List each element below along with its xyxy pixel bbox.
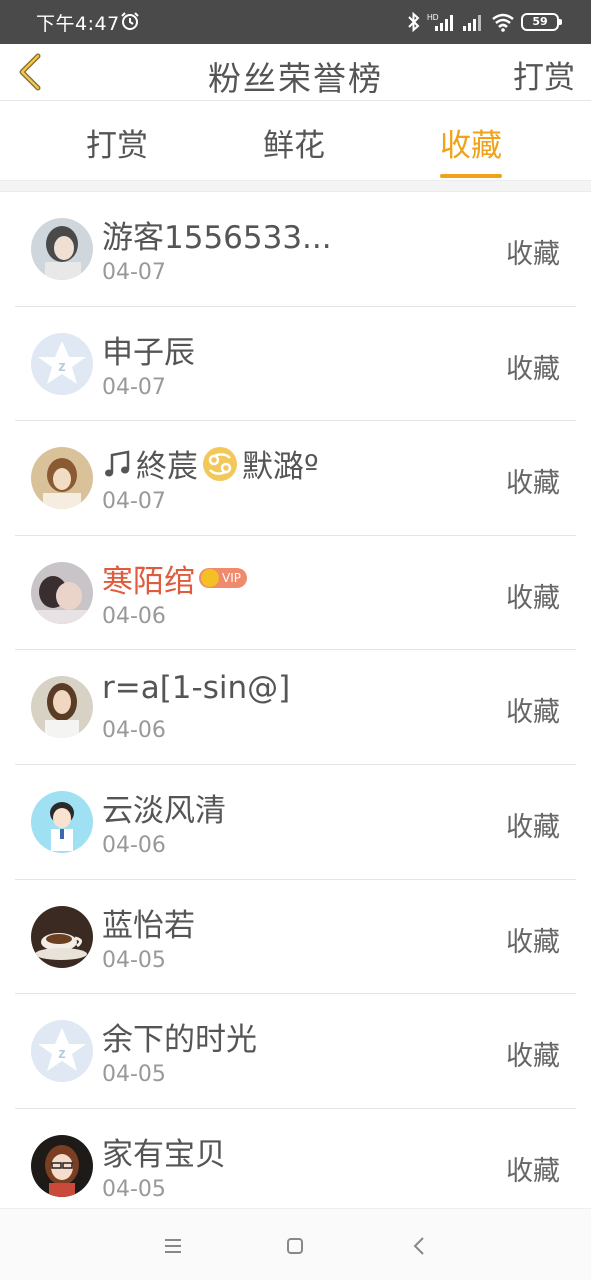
default-qq-avatar-icon: z [31, 1020, 93, 1083]
item-action-label: 收藏 [506, 353, 560, 385]
user-name: 云淡风清 [102, 785, 226, 830]
vip-badge-label: VIP [222, 571, 241, 586]
avatar [31, 790, 93, 853]
user-name-text: 游客1556533... [102, 220, 332, 256]
alarm-icon [121, 12, 139, 30]
user-name-suffix: 默潞º [242, 449, 319, 486]
list-item[interactable]: 蓝怡若 04-05 收藏 [0, 880, 591, 995]
item-action-label: 收藏 [506, 811, 560, 843]
user-name-text: 終莀 [136, 449, 198, 486]
reward-button[interactable]: 打赏 [513, 52, 575, 97]
battery-icon: 59 [521, 13, 562, 31]
avatar [31, 1134, 93, 1197]
user-name-text: 家有宝贝 [102, 1136, 226, 1173]
tab-label: 鲜花 [263, 128, 325, 164]
user-name-text: 云淡风清 [102, 792, 226, 829]
tab-reward[interactable]: 打赏 [86, 120, 148, 176]
user-name: 申子辰 [102, 327, 195, 372]
cancer-zodiac-icon [203, 446, 237, 481]
avatar [31, 905, 93, 968]
avatar [31, 218, 93, 280]
avatar [31, 447, 93, 510]
list-item[interactable]: 寒陌绾 VIP 04-06 收藏 [0, 536, 591, 651]
default-qq-avatar-icon: z [31, 332, 93, 395]
page-title: 粉丝荣誉榜 [208, 59, 383, 98]
item-date: 04-07 [102, 260, 166, 285]
item-action-label: 收藏 [506, 1155, 560, 1187]
avatar [31, 676, 93, 739]
tab-label: 收藏 [440, 128, 502, 164]
item-date: 04-05 [102, 1062, 166, 1088]
user-name: r=a[1-sin@] [102, 670, 290, 706]
item-action-label: 收藏 [506, 926, 560, 958]
list-item[interactable]: r=a[1-sin@] 04-06 收藏 [0, 650, 591, 765]
user-name: 余下的时光 [102, 1014, 257, 1059]
svg-text:HD: HD [427, 13, 439, 22]
back-triangle-icon[interactable] [404, 1231, 434, 1261]
item-action-label: 收藏 [506, 697, 560, 729]
crown-icon [201, 569, 219, 588]
tab-favorites[interactable]: 收藏 [440, 120, 502, 178]
user-name-text: 申子辰 [102, 334, 195, 371]
status-icons: HD 59 [407, 10, 562, 34]
list-item[interactable]: 游客1556533... 04-07 收藏 [0, 192, 591, 307]
list-item[interactable]: z 申子辰 04-07 收藏 [0, 307, 591, 422]
tab-flowers[interactable]: 鲜花 [263, 120, 325, 176]
list-item[interactable]: z 余下的时光 04-05 收藏 [0, 994, 591, 1109]
user-name-text: 余下的时光 [102, 1022, 257, 1059]
list-item[interactable]: 家有宝贝 04-05 收藏 [0, 1109, 591, 1224]
signal-icon [463, 15, 481, 31]
menu-icon[interactable] [158, 1231, 188, 1261]
avatar [31, 561, 93, 624]
item-date: 04-07 [102, 489, 166, 515]
item-action-label: 收藏 [506, 468, 560, 500]
item-action-label: 收藏 [506, 1041, 560, 1073]
system-nav-bar [0, 1208, 591, 1280]
user-name: 游客1556533... [102, 212, 332, 257]
status-bar: 下午4:47 HD 59 [0, 0, 591, 44]
user-name: 家有宝贝 [102, 1129, 226, 1174]
list-item[interactable]: 終莀 默潞º 04-07 收藏 [0, 421, 591, 536]
item-date: 04-05 [102, 947, 166, 973]
status-time: 下午4:47 [36, 13, 120, 35]
user-name-text: 蓝怡若 [102, 907, 195, 944]
wifi-icon [492, 13, 514, 32]
user-name: 蓝怡若 [102, 900, 195, 945]
active-tab-indicator [440, 174, 502, 178]
tab-bar: 打赏 鲜花 收藏 [0, 102, 591, 180]
fan-list: 游客1556533... 04-07 收藏 z 申子辰 04-07 收藏 終莀 … [0, 192, 591, 1223]
list-item[interactable]: 云淡风清 04-06 收藏 [0, 765, 591, 880]
item-action-label: 收藏 [506, 582, 560, 614]
item-date: 04-06 [102, 718, 166, 744]
item-action-label: 收藏 [506, 239, 560, 270]
tab-label: 打赏 [86, 128, 148, 164]
item-date: 04-06 [102, 603, 166, 629]
bluetooth-icon [408, 11, 420, 33]
vip-badge: VIP [199, 568, 247, 589]
user-name: 寒陌绾 VIP [102, 556, 247, 601]
user-name: 終莀 默潞º [102, 441, 319, 486]
music-note-icon [105, 450, 130, 477]
svg-text:z: z [58, 358, 66, 375]
svg-text:z: z [58, 1045, 66, 1062]
user-name-text: r=a[1-sin@] [102, 670, 291, 707]
home-square-icon[interactable] [280, 1231, 310, 1261]
item-date: 04-07 [102, 374, 166, 400]
section-divider [0, 180, 591, 192]
item-date: 04-05 [102, 1176, 166, 1202]
app-header: 粉丝荣誉榜 打赏 [0, 44, 591, 101]
item-date: 04-06 [102, 832, 166, 858]
user-name-text: 寒陌绾 [102, 563, 195, 600]
hd-signal-icon: HD [427, 13, 453, 31]
